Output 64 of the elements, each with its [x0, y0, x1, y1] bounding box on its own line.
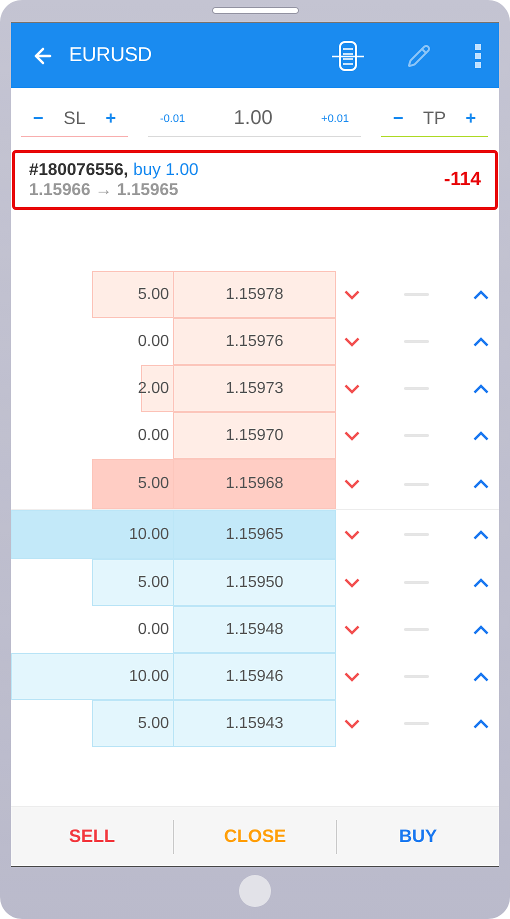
- sell-chevron-icon[interactable]: [344, 718, 360, 728]
- stepper-field[interactable]: − TP +: [381, 107, 488, 137]
- sell-chevron-icon[interactable]: [344, 430, 360, 440]
- buy-chevron-icon[interactable]: [473, 624, 489, 634]
- stepper-label: SL: [63, 108, 86, 129]
- volume-stepper[interactable]: -0.01 1.00 +0.01: [148, 107, 361, 137]
- buy-button[interactable]: BUY: [336, 820, 499, 854]
- volume-value: 5.00: [138, 475, 170, 493]
- volume-value: 1.00: [234, 107, 273, 130]
- volume-value: 5.00: [138, 574, 170, 592]
- pencil-icon[interactable]: [407, 44, 431, 68]
- price-cell: 1.15946: [173, 653, 336, 700]
- volume-value: 0.00: [138, 620, 170, 638]
- profit-value: -114: [444, 169, 481, 191]
- price-change: 1.15966 → 1.15965: [29, 180, 180, 200]
- decrease-button[interactable]: −: [393, 108, 404, 129]
- menu-icon[interactable]: [475, 44, 481, 68]
- volume-value: 10.00: [128, 668, 170, 686]
- close-button[interactable]: CLOSE: [173, 820, 336, 854]
- price-cell: 1.15978: [173, 271, 336, 318]
- volume-value: 2.00: [138, 380, 170, 398]
- increase-button[interactable]: +: [105, 108, 116, 129]
- sell-chevron-icon[interactable]: [344, 479, 360, 489]
- price-cell: 1.15968: [173, 459, 336, 509]
- ticket-number: #180076556,: [29, 160, 128, 180]
- increase-button[interactable]: +0.01: [321, 112, 349, 124]
- price-cell: 1.15976: [173, 318, 336, 365]
- buy-chevron-icon[interactable]: [473, 672, 489, 682]
- volume-value: 10.00: [128, 526, 170, 544]
- price-cell: 1.15950: [173, 559, 336, 606]
- price-cell: 1.15973: [173, 365, 336, 412]
- decrease-button[interactable]: -0.01: [160, 112, 186, 124]
- volume-value: 0.00: [138, 332, 170, 350]
- volume-value: 5.00: [138, 286, 170, 304]
- sell-chevron-icon[interactable]: [344, 290, 360, 300]
- stepper-label: TP: [422, 108, 446, 129]
- symbol-title: EURUSD: [69, 44, 153, 67]
- price-cell: 1.15970: [173, 412, 336, 459]
- increase-button[interactable]: +: [465, 108, 476, 129]
- trade-info: buy 1.00: [133, 160, 199, 180]
- buy-chevron-icon[interactable]: [473, 718, 489, 728]
- position-card[interactable]: #180076556, buy 1.00 1.15966 → 1.15965 -114: [12, 150, 498, 210]
- sell-button[interactable]: SELL: [11, 820, 173, 854]
- buy-chevron-icon[interactable]: [473, 430, 489, 440]
- decrease-button[interactable]: −: [33, 108, 44, 129]
- sell-chevron-icon[interactable]: [344, 672, 360, 682]
- sell-chevron-icon[interactable]: [344, 336, 360, 346]
- price-cell: 1.15965: [173, 510, 336, 559]
- sell-chevron-icon[interactable]: [344, 384, 360, 394]
- buy-chevron-icon[interactable]: [473, 290, 489, 300]
- buy-chevron-icon[interactable]: [473, 479, 489, 489]
- sell-chevron-icon[interactable]: [344, 578, 360, 588]
- price-cell: 1.15943: [173, 700, 336, 747]
- buy-chevron-icon[interactable]: [473, 530, 489, 540]
- volume-value: 0.00: [138, 426, 170, 444]
- sell-chevron-icon[interactable]: [344, 530, 360, 540]
- stepper-field[interactable]: − SL +: [21, 107, 128, 137]
- buy-chevron-icon[interactable]: [473, 578, 489, 588]
- sell-chevron-icon[interactable]: [344, 624, 360, 634]
- buy-chevron-icon[interactable]: [473, 384, 489, 394]
- depth-icon[interactable]: [331, 40, 365, 70]
- buy-chevron-icon[interactable]: [473, 336, 489, 346]
- price-cell: 1.15948: [173, 606, 336, 653]
- volume-value: 5.00: [138, 714, 170, 732]
